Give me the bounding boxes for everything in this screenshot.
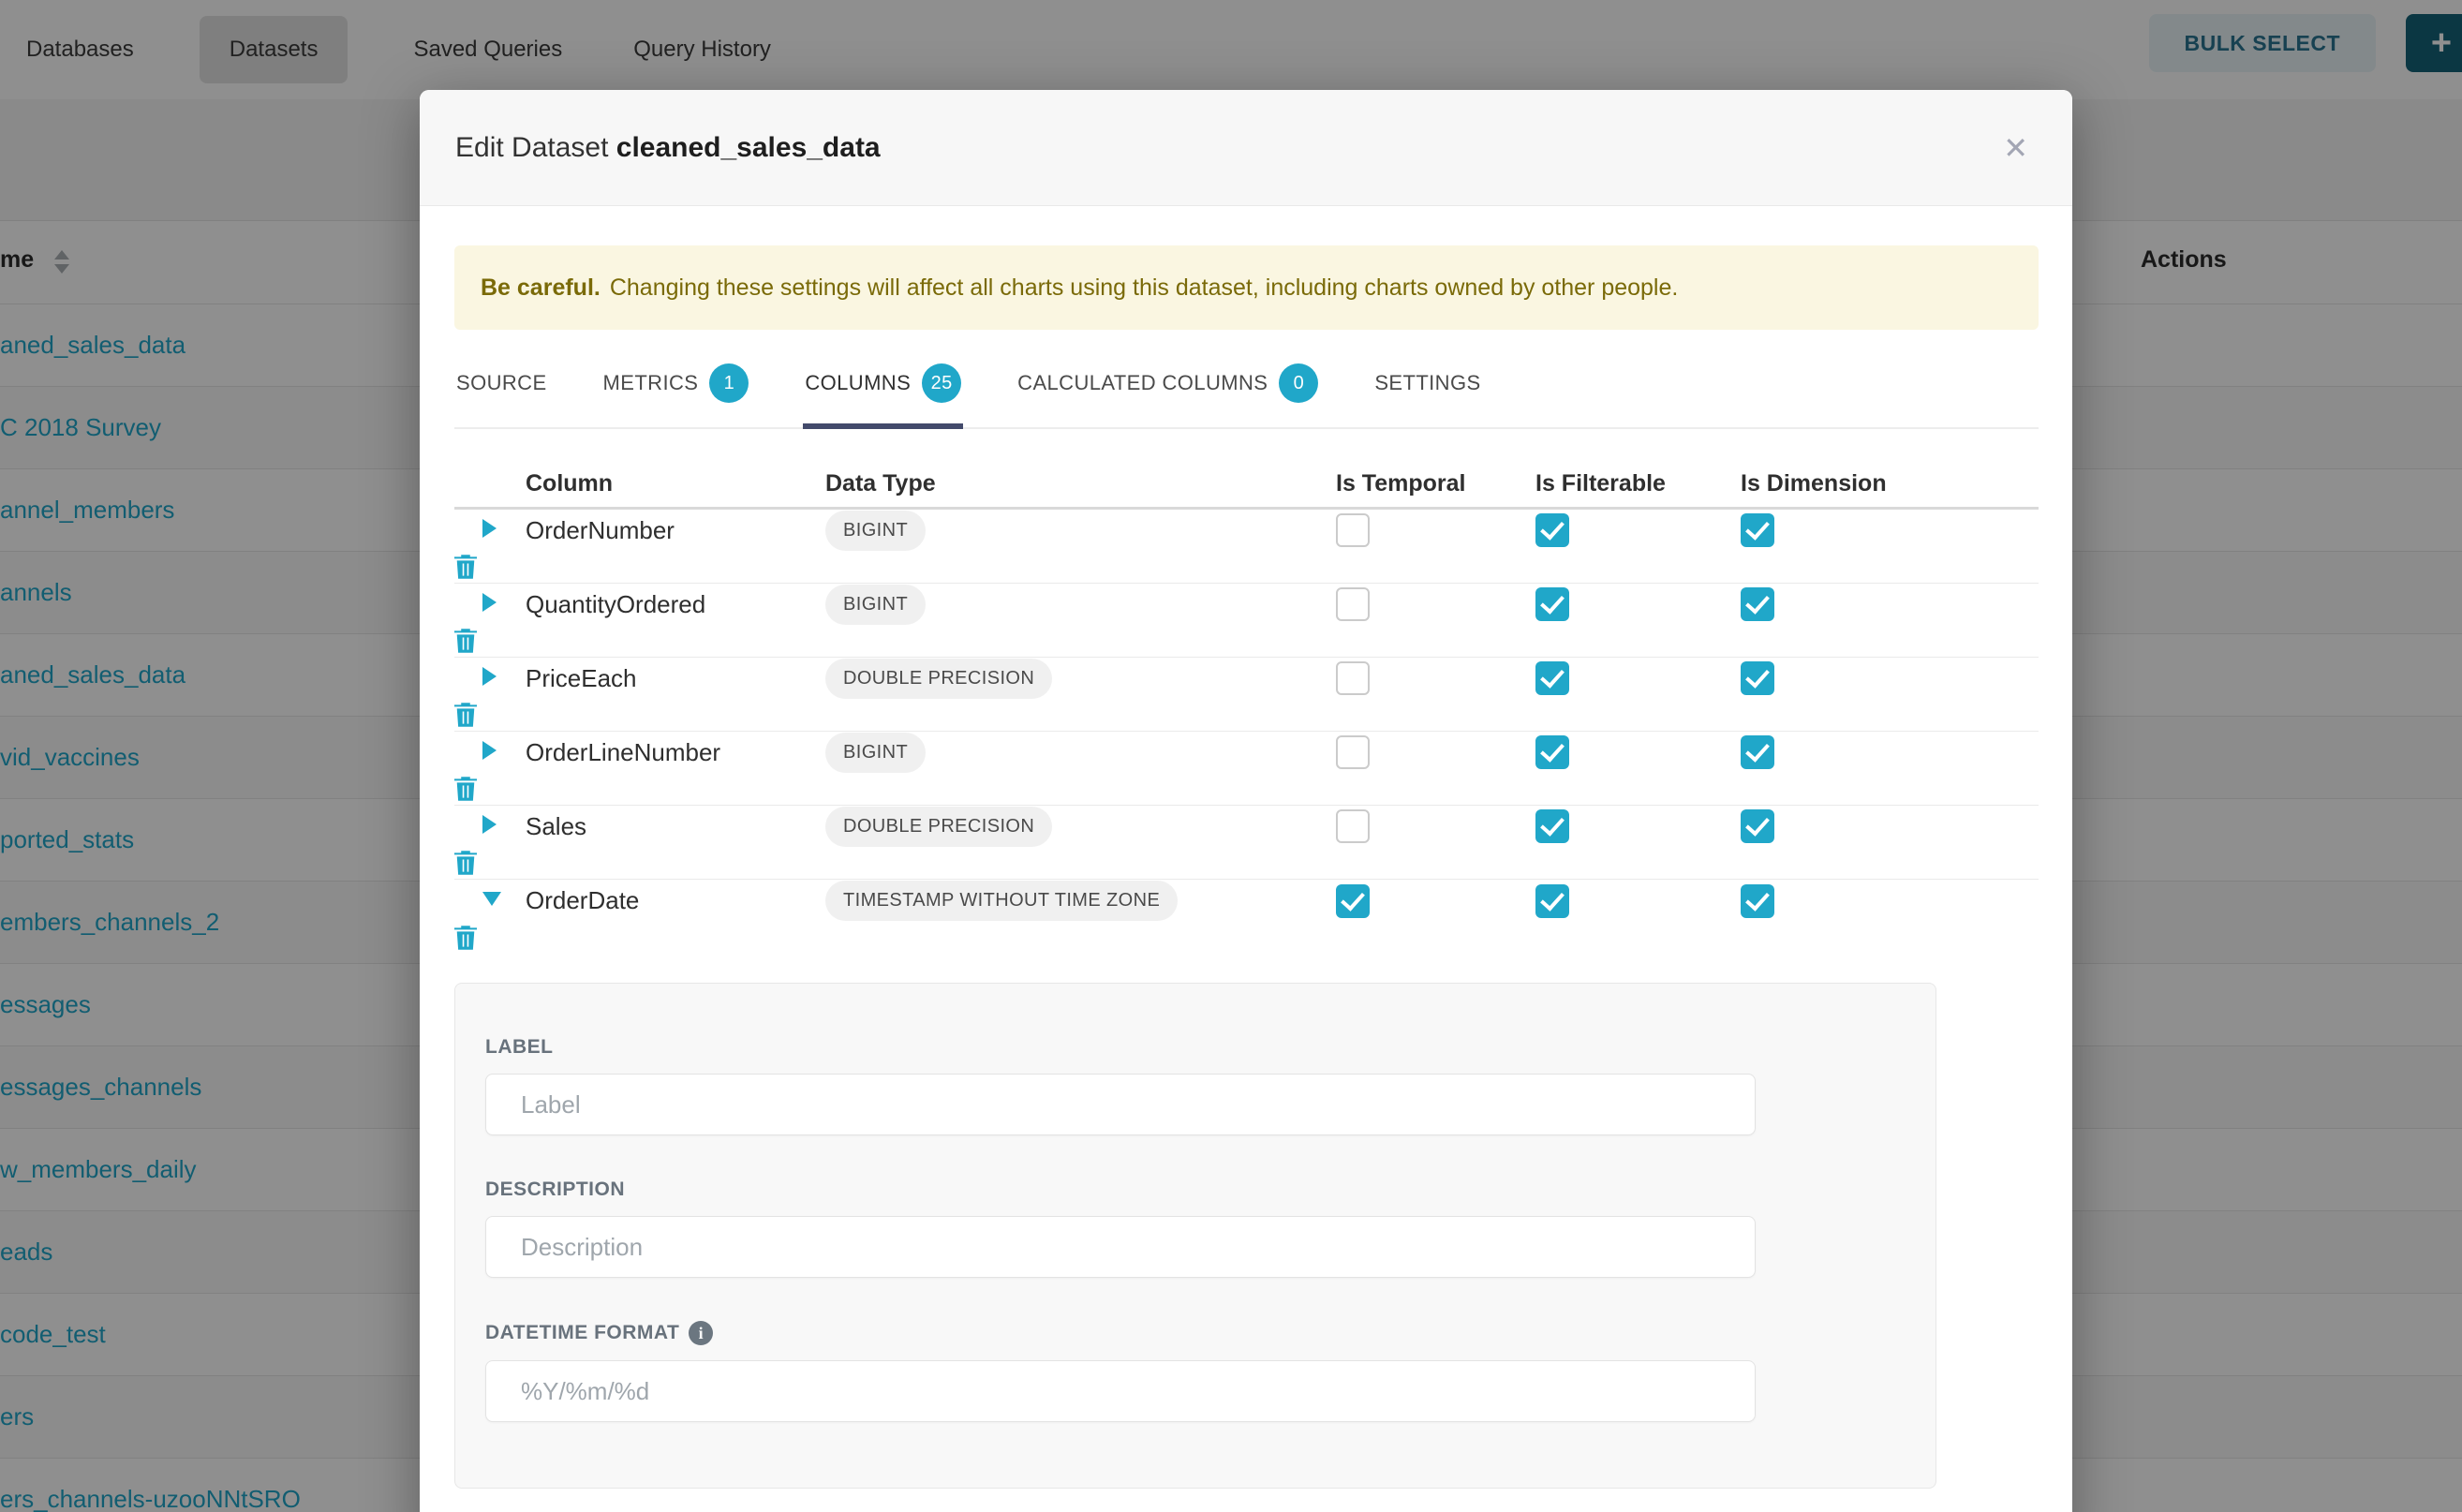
modal-header: Edit Dataset cleaned_sales_data ✕ bbox=[420, 90, 2072, 206]
tab-label: CALCULATED COLUMNS bbox=[1017, 371, 1268, 395]
datetime-format-input[interactable] bbox=[485, 1360, 1756, 1422]
columns-table-body: OrderNumberBIGINTQuantityOrderedBIGINTPr… bbox=[454, 510, 2039, 954]
column-name: OrderLineNumber bbox=[526, 738, 825, 767]
info-icon[interactable]: i bbox=[689, 1321, 713, 1345]
columns-table-header: Column Data Type Is Temporal Is Filterab… bbox=[454, 461, 2039, 510]
is-dimension-checkbox[interactable] bbox=[1741, 661, 1774, 695]
column-name: PriceEach bbox=[526, 664, 825, 693]
is-dimension-header: Is Dimension bbox=[1741, 470, 2039, 497]
expand-caret-icon[interactable] bbox=[482, 593, 497, 612]
tab-label: SETTINGS bbox=[1374, 371, 1480, 395]
edit-dataset-modal: Edit Dataset cleaned_sales_data ✕ Be car… bbox=[420, 90, 2072, 1512]
is-filterable-checkbox[interactable] bbox=[1535, 513, 1569, 547]
is-temporal-checkbox[interactable] bbox=[1336, 884, 1370, 918]
column-row: OrderDateTIMESTAMP WITHOUT TIME ZONE bbox=[454, 880, 2039, 954]
is-temporal-checkbox[interactable] bbox=[1336, 661, 1370, 695]
column-name: OrderDate bbox=[526, 886, 825, 915]
delete-column-button[interactable] bbox=[454, 626, 526, 656]
is-filterable-header: Is Filterable bbox=[1535, 470, 1741, 497]
label-field-group: LABEL bbox=[485, 1036, 1907, 1135]
screen: DatabasesDatasetsSaved QueriesQuery Hist… bbox=[0, 0, 2462, 1512]
collapse-caret-icon[interactable] bbox=[482, 892, 501, 906]
data-type-pill: TIMESTAMP WITHOUT TIME ZONE bbox=[825, 881, 1178, 921]
is-temporal-checkbox[interactable] bbox=[1336, 809, 1370, 843]
close-icon[interactable]: ✕ bbox=[2003, 133, 2028, 163]
datetime-format-field-group: DATETIME FORMAT i bbox=[485, 1321, 1907, 1422]
is-dimension-checkbox[interactable] bbox=[1741, 735, 1774, 769]
tab-calculated-columns[interactable]: CALCULATED COLUMNS 0 bbox=[1016, 356, 1320, 429]
expand-caret-icon[interactable] bbox=[482, 741, 497, 760]
is-filterable-checkbox[interactable] bbox=[1535, 809, 1569, 843]
dataset-name: cleaned_sales_data bbox=[616, 132, 881, 163]
warning-banner: Be careful. Changing these settings will… bbox=[454, 245, 2039, 330]
data-type-pill: BIGINT bbox=[825, 585, 926, 625]
data-type-pill: BIGINT bbox=[825, 733, 926, 773]
is-filterable-checkbox[interactable] bbox=[1535, 884, 1569, 918]
description-input[interactable] bbox=[485, 1216, 1756, 1278]
tab-count-badge: 0 bbox=[1279, 363, 1318, 403]
data-type-header: Data Type bbox=[825, 470, 1336, 497]
description-field-group: DESCRIPTION bbox=[485, 1178, 1907, 1278]
tab-metrics[interactable]: METRICS 1 bbox=[601, 356, 751, 429]
delete-column-button[interactable] bbox=[454, 923, 526, 953]
delete-column-button[interactable] bbox=[454, 700, 526, 730]
column-row: OrderNumberBIGINT bbox=[454, 510, 2039, 584]
datetime-format-field-label: DATETIME FORMAT i bbox=[485, 1321, 1907, 1345]
column-header: Column bbox=[526, 470, 825, 497]
trash-icon[interactable] bbox=[454, 626, 477, 656]
is-dimension-checkbox[interactable] bbox=[1741, 884, 1774, 918]
is-temporal-checkbox[interactable] bbox=[1336, 513, 1370, 547]
modal-tabs: SOURCE METRICS 1 COLUMNS 25 CALCULATED COLUMN… bbox=[454, 356, 2039, 429]
modal-body: Be careful. Changing these settings will… bbox=[420, 206, 2072, 1489]
data-type-pill: BIGINT bbox=[825, 511, 926, 551]
column-row: PriceEachDOUBLE PRECISION bbox=[454, 658, 2039, 732]
is-temporal-header: Is Temporal bbox=[1336, 470, 1535, 497]
tab-columns[interactable]: COLUMNS 25 bbox=[803, 356, 963, 429]
tab-count-badge: 25 bbox=[922, 363, 961, 403]
expand-caret-icon[interactable] bbox=[482, 519, 497, 538]
delete-column-button[interactable] bbox=[454, 552, 526, 582]
is-temporal-checkbox[interactable] bbox=[1336, 587, 1370, 621]
tab-source[interactable]: SOURCE bbox=[454, 356, 549, 429]
modal-title: Edit Dataset cleaned_sales_data bbox=[455, 132, 881, 164]
trash-icon[interactable] bbox=[454, 700, 477, 730]
expand-caret-icon[interactable] bbox=[482, 815, 497, 834]
is-dimension-checkbox[interactable] bbox=[1741, 587, 1774, 621]
is-filterable-checkbox[interactable] bbox=[1535, 587, 1569, 621]
is-dimension-checkbox[interactable] bbox=[1741, 809, 1774, 843]
column-name: OrderNumber bbox=[526, 516, 825, 545]
expand-caret-icon[interactable] bbox=[482, 667, 497, 686]
label-input[interactable] bbox=[485, 1074, 1756, 1135]
data-type-pill: DOUBLE PRECISION bbox=[825, 807, 1052, 847]
column-name: QuantityOrdered bbox=[526, 590, 825, 619]
tab-count-badge: 1 bbox=[709, 363, 749, 403]
delete-column-button[interactable] bbox=[454, 774, 526, 804]
label-field-label: LABEL bbox=[485, 1036, 1907, 1059]
tab-label: METRICS bbox=[603, 371, 699, 395]
column-name: Sales bbox=[526, 812, 825, 841]
trash-icon[interactable] bbox=[454, 552, 477, 582]
column-row: OrderLineNumberBIGINT bbox=[454, 732, 2039, 806]
column-row: QuantityOrderedBIGINT bbox=[454, 584, 2039, 658]
column-detail-panel: LABEL DESCRIPTION DATETIME FORMAT i bbox=[454, 983, 1936, 1489]
tab-settings[interactable]: SETTINGS bbox=[1372, 356, 1482, 429]
data-type-pill: DOUBLE PRECISION bbox=[825, 659, 1052, 699]
tab-label: SOURCE bbox=[456, 371, 547, 395]
trash-icon[interactable] bbox=[454, 774, 477, 804]
is-temporal-checkbox[interactable] bbox=[1336, 735, 1370, 769]
column-row: SalesDOUBLE PRECISION bbox=[454, 806, 2039, 880]
description-field-label: DESCRIPTION bbox=[485, 1178, 1907, 1201]
tab-label: COLUMNS bbox=[805, 371, 911, 395]
delete-column-button[interactable] bbox=[454, 848, 526, 878]
trash-icon[interactable] bbox=[454, 923, 477, 953]
warning-bold-text: Be careful. bbox=[481, 274, 601, 302]
is-dimension-checkbox[interactable] bbox=[1741, 513, 1774, 547]
warning-text: Changing these settings will affect all … bbox=[610, 274, 1679, 302]
is-filterable-checkbox[interactable] bbox=[1535, 735, 1569, 769]
trash-icon[interactable] bbox=[454, 848, 477, 878]
is-filterable-checkbox[interactable] bbox=[1535, 661, 1569, 695]
